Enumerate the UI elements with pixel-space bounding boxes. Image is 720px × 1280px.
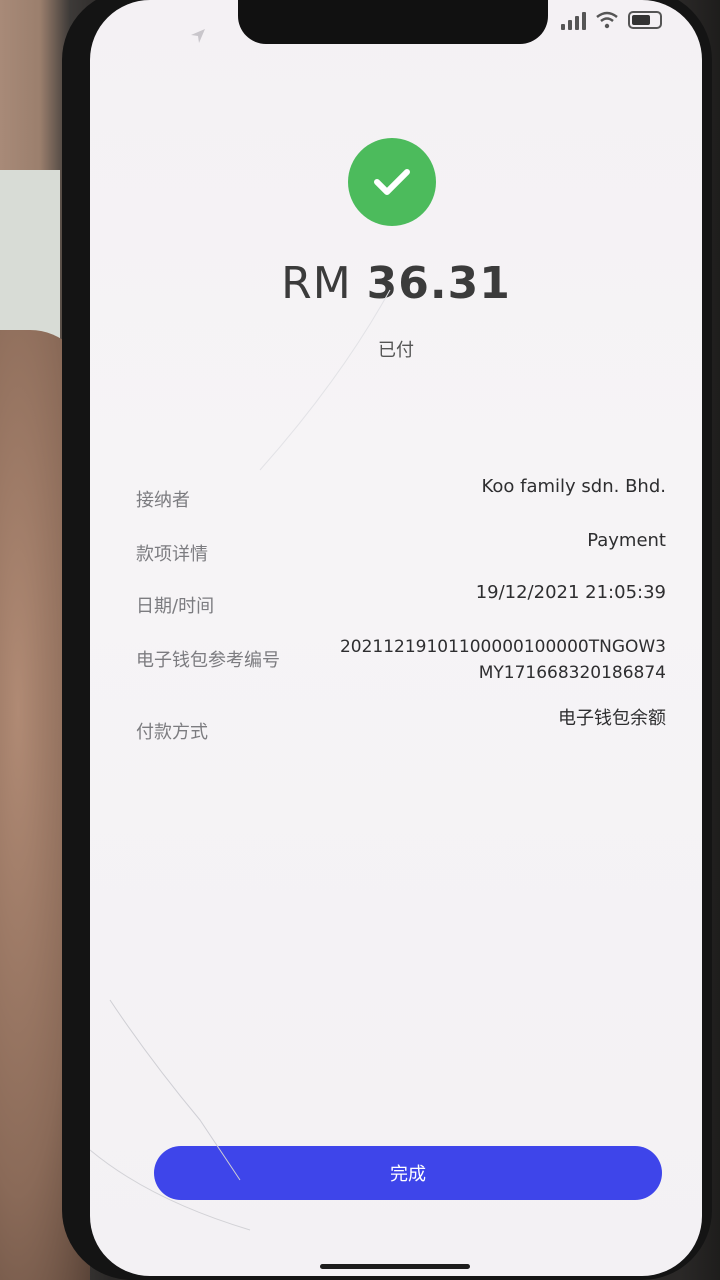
phone-screen: RM 36.31 已付 接纳者 Koo family sdn. Bhd. 款项详…: [90, 0, 702, 1276]
screen-crack: [90, 289, 391, 1231]
home-indicator: [320, 1264, 470, 1269]
background-wall: [0, 170, 60, 350]
